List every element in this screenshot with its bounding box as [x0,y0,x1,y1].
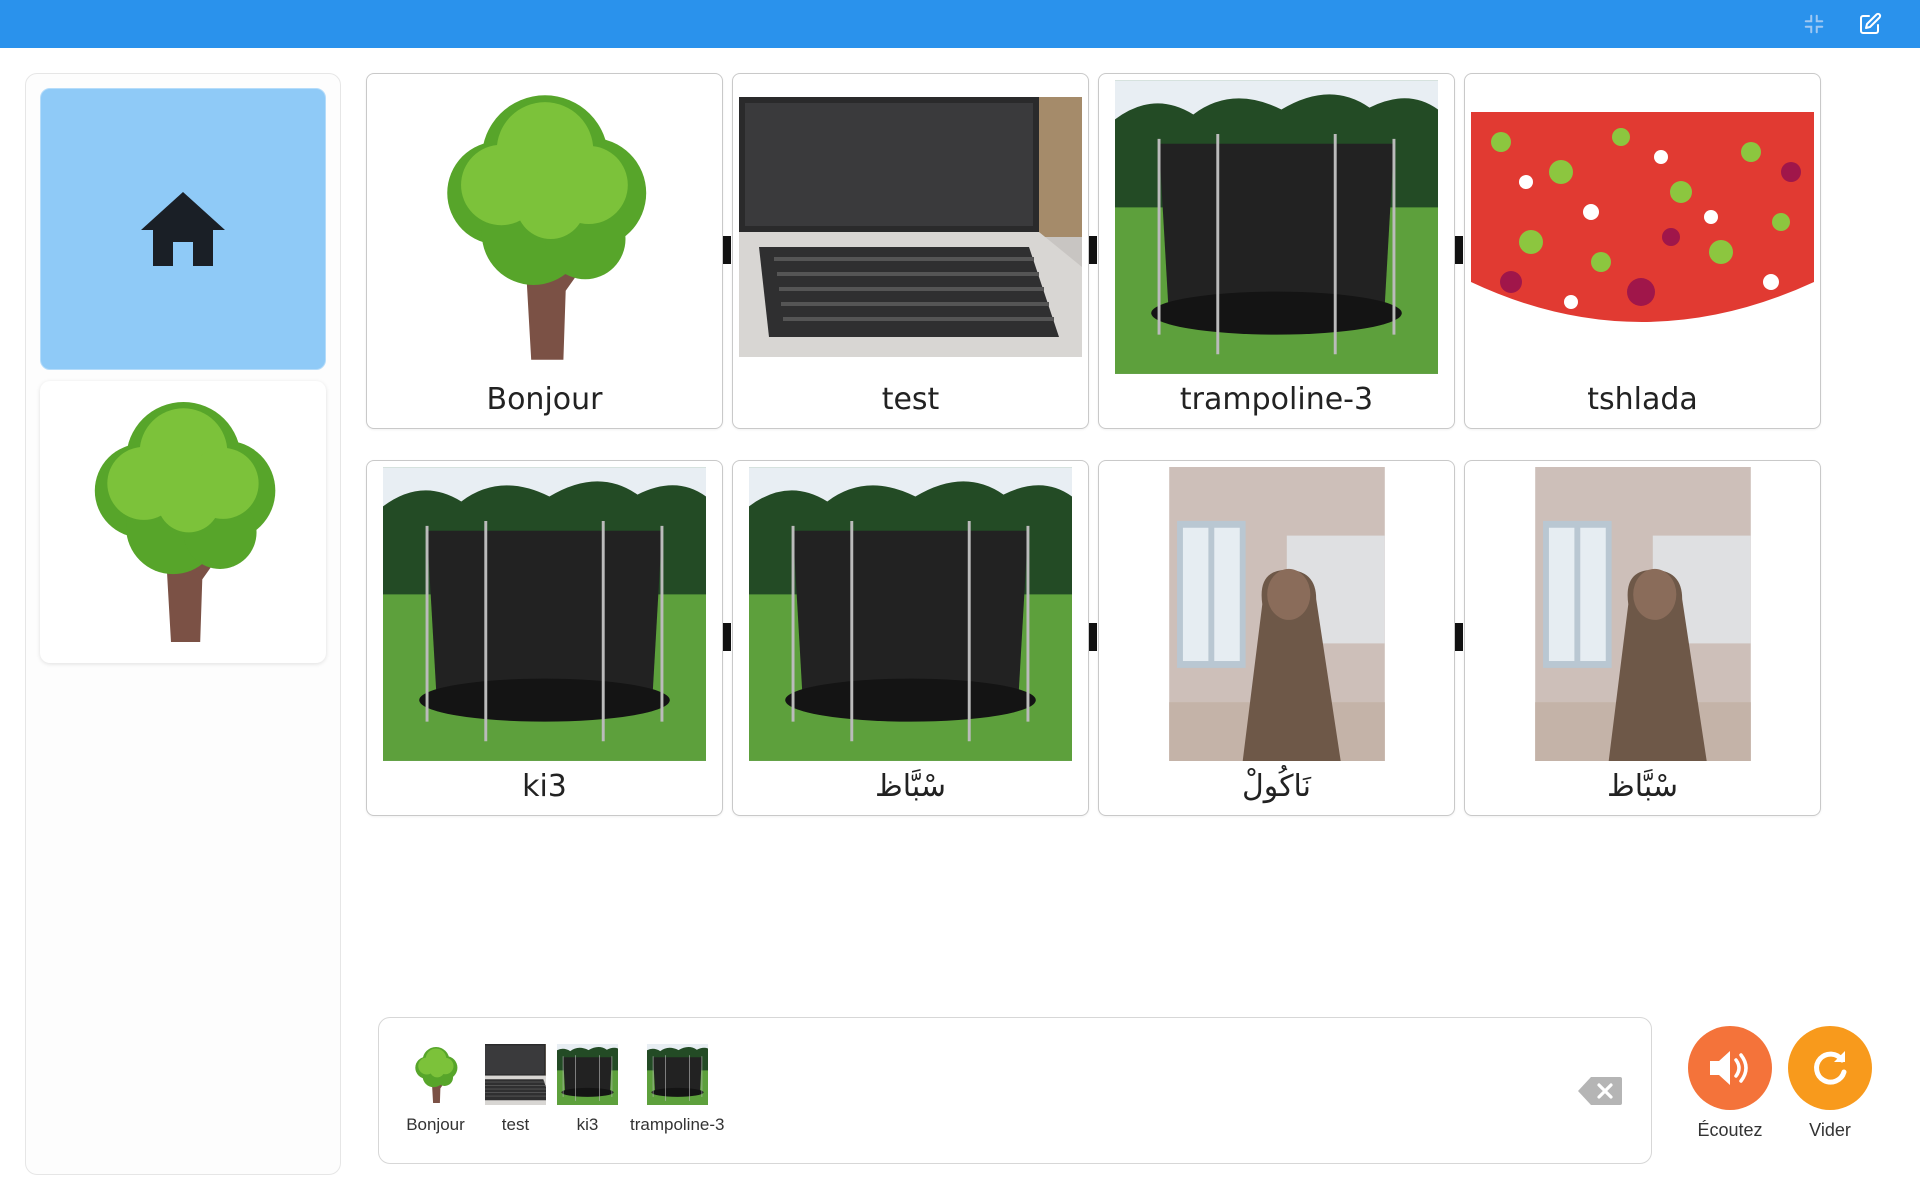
trampoline-image [373,467,716,761]
chip-label: test [501,1115,530,1134]
clear-label: Vider [1809,1120,1851,1140]
chip-label: trampoline-3 [630,1115,725,1134]
listen-label: Écoutez [1697,1120,1763,1140]
edit-icon[interactable] [1856,10,1884,38]
tile-card[interactable]: نَاكُولْ [1098,460,1455,816]
tile-card[interactable]: Bonjour [366,73,723,429]
chip-label: ki3 [576,1115,599,1134]
laptop-image [485,1044,546,1105]
tile-label: trampoline-3 [1179,382,1374,417]
salad-image [1471,80,1814,374]
collapse-icon[interactable] [1800,10,1828,38]
sentence-chip[interactable]: test [485,1044,546,1135]
trampoline-image [1105,80,1448,374]
tile-card[interactable]: سْبَّاظ [732,460,1089,816]
sentence-chip[interactable]: ki3 [557,1044,618,1135]
tile-label: Bonjour [486,382,603,417]
sidebar-item-tree[interactable] [40,381,326,663]
refresh-icon [1788,1026,1872,1110]
tile-card[interactable]: سْبَّاظ [1464,460,1821,816]
trampoline-image [647,1044,708,1105]
tile-label: سْبَّاظ [1606,769,1679,804]
tree-image [373,80,716,374]
tree-icon [405,1044,466,1105]
speaker-icon [1688,1026,1772,1110]
person-image [1471,467,1814,761]
sidebar-item-home[interactable] [40,88,326,370]
clear-button[interactable]: Vider [1788,1026,1872,1141]
tile-card[interactable]: test [732,73,1089,429]
tile-card[interactable]: ki3 [366,460,723,816]
tile-label: ki3 [522,769,567,804]
sentence-chip[interactable]: Bonjour [405,1044,466,1135]
sidebar [25,73,341,1175]
tree-icon [76,402,291,642]
divider [723,623,731,651]
trampoline-image [739,467,1082,761]
divider [1455,236,1463,264]
sentence-bar: Bonjour test ki3 trampoline-3 [378,1017,1652,1164]
tile-label: test [881,382,940,417]
chip-label: Bonjour [406,1115,465,1134]
divider [1089,623,1097,651]
listen-button[interactable]: Écoutez [1688,1026,1772,1141]
sentence-chip[interactable]: trampoline-3 [630,1044,725,1135]
tile-card[interactable]: tshlada [1464,73,1821,429]
tile-card[interactable]: trampoline-3 [1098,73,1455,429]
tile-label: نَاكُولْ [1241,769,1312,804]
trampoline-image [557,1044,618,1105]
backspace-icon[interactable] [1577,1076,1623,1111]
divider [1455,623,1463,651]
tile-label: سْبَّاظ [874,769,947,804]
top-bar [0,0,1920,48]
laptop-image [739,80,1082,374]
person-image [1105,467,1448,761]
divider [723,236,731,264]
tile-label: tshlada [1587,382,1698,417]
divider [1089,236,1097,264]
home-icon [141,192,225,266]
